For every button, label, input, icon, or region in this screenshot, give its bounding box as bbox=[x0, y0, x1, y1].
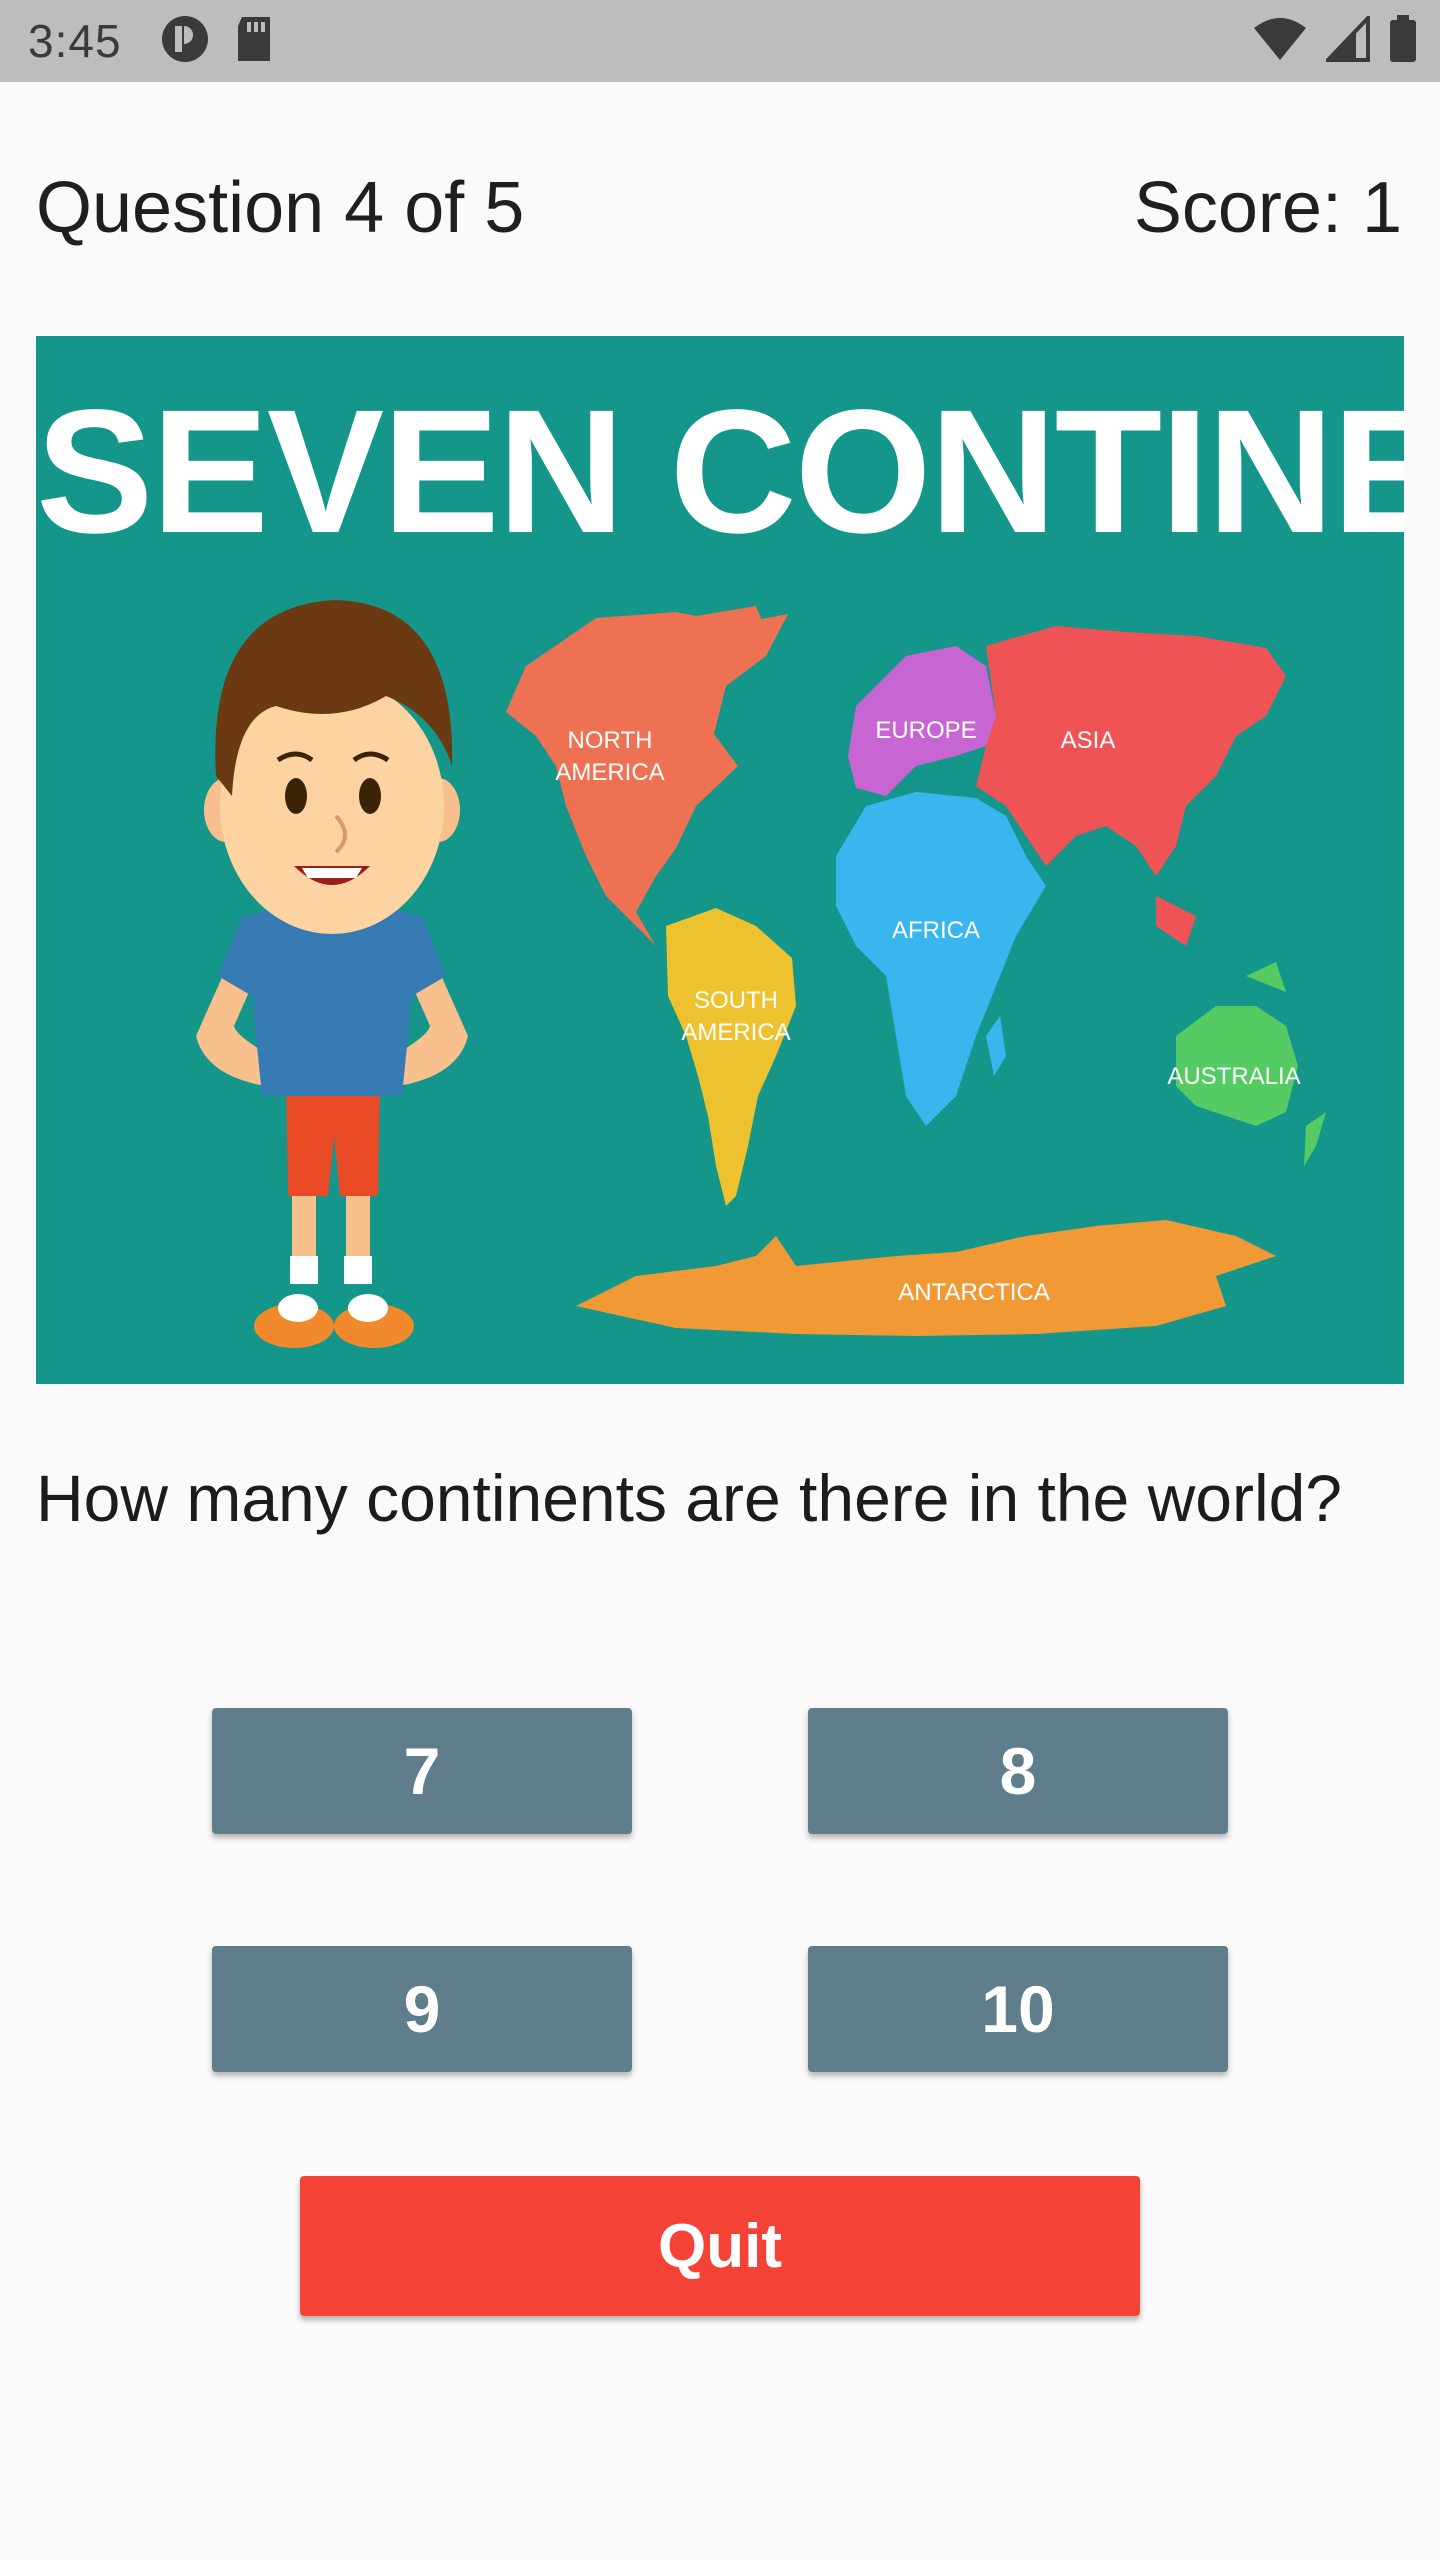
label-south-america-2: AMERICA bbox=[681, 1019, 790, 1046]
app-notification-icon bbox=[160, 14, 210, 69]
label-australia: AUSTRALIA bbox=[1167, 1063, 1300, 1090]
antarctica-shape: ANTARCTICA bbox=[576, 1220, 1276, 1336]
score-label: Score: 1 bbox=[1133, 168, 1402, 248]
question-image: SEVEN CONTINENTS bbox=[36, 336, 1404, 1384]
wifi-icon bbox=[1252, 16, 1308, 67]
answer-button-4[interactable]: 10 bbox=[808, 1946, 1228, 2072]
answer-button-3[interactable]: 9 bbox=[212, 1946, 632, 2072]
europe-shape: EUROPE bbox=[848, 646, 996, 796]
question-text: How many continents are there in the wor… bbox=[36, 1461, 1343, 1535]
label-asia: ASIA bbox=[1061, 727, 1116, 754]
battery-icon bbox=[1388, 14, 1418, 69]
label-north-america-1: NORTH bbox=[568, 727, 653, 754]
sd-card-icon bbox=[234, 14, 274, 69]
world-map-illustration: NORTH AMERICA SOUTH AMERICA EUROPE ASIA … bbox=[196, 600, 1326, 1348]
status-time: 3:45 bbox=[28, 15, 122, 67]
status-bar: 3:45 bbox=[0, 0, 1440, 82]
south-america-shape: SOUTH AMERICA bbox=[666, 908, 796, 1206]
answer-button-1[interactable]: 7 bbox=[212, 1708, 632, 1834]
africa-shape: AFRICA bbox=[836, 792, 1046, 1126]
label-south-america-1: SOUTH bbox=[694, 987, 778, 1014]
question-counter: Question 4 of 5 bbox=[36, 168, 525, 248]
cell-signal-icon bbox=[1323, 12, 1370, 67]
status-left-icons bbox=[160, 14, 274, 68]
status-right-icons bbox=[1252, 12, 1418, 69]
australia-shape: AUSTRALIA bbox=[1167, 962, 1326, 1166]
label-africa: AFRICA bbox=[892, 917, 980, 944]
label-antarctica: ANTARCTICA bbox=[898, 1279, 1050, 1306]
answer-button-2[interactable]: 8 bbox=[808, 1708, 1228, 1834]
label-north-america-2: AMERICA bbox=[555, 759, 664, 786]
label-europe: EUROPE bbox=[875, 717, 976, 744]
quit-button[interactable]: Quit bbox=[300, 2176, 1140, 2316]
north-america-shape: NORTH AMERICA bbox=[506, 606, 788, 946]
boy-character-icon bbox=[196, 600, 468, 1348]
